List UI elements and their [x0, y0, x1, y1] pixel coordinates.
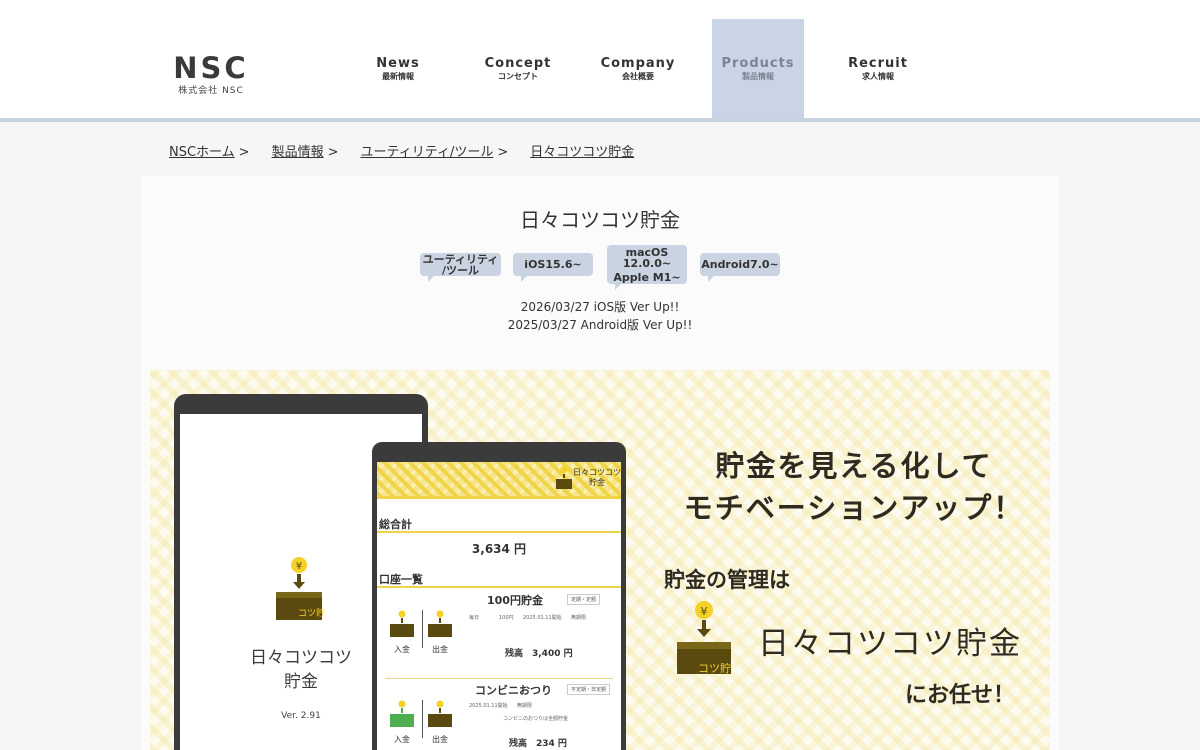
- breadcrumb-products[interactable]: 製品情報: [272, 145, 324, 160]
- withdraw-icon[interactable]: [427, 700, 453, 728]
- tag-ios[interactable]: iOS15.6~: [513, 253, 593, 282]
- nav-concept[interactable]: Concept コンセプト: [472, 19, 564, 118]
- deposit-label: 入金: [394, 735, 410, 744]
- tag-ios-label: iOS15.6~: [524, 258, 582, 271]
- account-meta: 100円: [499, 615, 514, 621]
- banner-icon-label: コツ貯: [698, 662, 731, 675]
- phone-mockup: 日々コツコツ 貯金 総合計 3,634 円 口座一覧 入金 出金 100円貯金 …: [372, 442, 626, 750]
- withdraw-label: 出金: [432, 735, 448, 744]
- breadcrumb-separator: >: [497, 145, 509, 160]
- nav-products[interactable]: Products 製品情報: [712, 19, 804, 118]
- nav-products-label: Products: [721, 56, 795, 71]
- account-balance: 残高 234 円: [509, 739, 567, 749]
- nav-concept-sublabel: コンセプト: [498, 72, 538, 81]
- tag-utility[interactable]: ユーティリティ/ツール: [420, 252, 501, 282]
- header-divider: [0, 118, 1200, 122]
- total-label: 総合計: [379, 518, 412, 531]
- nav-news-label: News: [376, 56, 420, 71]
- logo-subtext: 株式会社 NSC: [178, 86, 244, 96]
- update-ios: 2026/03/27 iOS版 Ver Up!!: [520, 300, 680, 314]
- account-meta: 無期限: [517, 703, 533, 709]
- nav-company-sublabel: 会社概要: [622, 72, 654, 81]
- phone-header-title: 日々コツコツ 貯金: [573, 468, 621, 488]
- withdraw-icon[interactable]: [427, 610, 453, 638]
- product-banner: ¥ コツ貯 日々コツコツ 貯金 Ver. 2.91 日々コツコツ 貯金 総合計 …: [150, 370, 1050, 750]
- breadcrumb-separator: >: [238, 145, 250, 160]
- site-header: NSC 株式会社 NSC News 最新情報 Concept コンセプト Com…: [0, 0, 1200, 118]
- breadcrumb: NSCホーム > 製品情報 > ユーティリティ/ツール > 日々コツコツ貯金: [169, 141, 634, 160]
- nav-recruit-sublabel: 求人情報: [862, 72, 894, 81]
- account-meta: 毎日: [469, 615, 480, 621]
- phone-screen: 日々コツコツ 貯金 総合計 3,634 円 口座一覧 入金 出金 100円貯金 …: [377, 462, 621, 750]
- update-notes: 2026/03/27 iOS版 Ver Up!! 2025/03/27 Andr…: [0, 298, 1200, 334]
- banner-headline-line2: モチベーションアップ！: [683, 491, 1025, 525]
- account-meta: 2025.01.11開始: [469, 703, 508, 709]
- breadcrumb-separator: >: [327, 145, 339, 160]
- account-name: 100円貯金: [487, 594, 543, 607]
- tag-utility-line2: /ツール: [441, 263, 480, 277]
- account-name: コンビニおつり: [475, 684, 552, 697]
- tablet-icon-label: コツ貯: [298, 609, 326, 619]
- phone-header-title-line2: 貯金: [589, 478, 605, 487]
- breadcrumb-home[interactable]: NSCホーム: [169, 145, 235, 160]
- breadcrumb-current[interactable]: 日々コツコツ貯金: [530, 145, 634, 160]
- withdraw-label: 出金: [432, 645, 448, 654]
- account-type-chip: 定期・定額: [567, 594, 601, 605]
- phone-header-icon: [556, 466, 572, 489]
- account-balance: 残高 3,400 円: [505, 649, 573, 659]
- tag-android-label: Android7.0~: [701, 258, 779, 271]
- breadcrumb-category[interactable]: ユーティリティ/ツール: [361, 145, 494, 160]
- total-divider: [377, 531, 621, 533]
- total-value: 3,634 円: [471, 542, 527, 556]
- banner-app-name: 日々コツコツ貯金: [758, 626, 1022, 662]
- accounts-label: 口座一覧: [379, 573, 423, 586]
- nav-company-label: Company: [600, 56, 676, 71]
- update-android: 2025/03/27 Android版 Ver Up!!: [507, 318, 693, 332]
- svg-text:¥: ¥: [296, 561, 302, 572]
- phone-header-title-line1: 日々コツコツ: [573, 468, 621, 477]
- icon-divider: [422, 700, 423, 738]
- deposit-icon[interactable]: [389, 610, 415, 638]
- logo-text: NSC: [173, 51, 249, 85]
- tag-utility-line1: ユーティリティ: [422, 252, 499, 266]
- nav-news-sublabel: 最新情報: [382, 72, 414, 81]
- tag-android[interactable]: Android7.0~: [700, 253, 780, 282]
- deposit-icon[interactable]: [389, 700, 415, 728]
- deposit-label: 入金: [394, 645, 410, 654]
- banner-headline: 貯金を見える化して モチベーションアップ！: [664, 445, 1044, 529]
- nav-news[interactable]: News 最新情報: [352, 19, 444, 118]
- banner-headline-line1: 貯金を見える化して: [715, 449, 993, 483]
- account-type-chip: 不定期・非定額: [567, 684, 611, 695]
- nav-recruit-label: Recruit: [848, 56, 908, 71]
- icon-divider: [422, 610, 423, 648]
- nav-concept-label: Concept: [484, 56, 552, 71]
- banner-subhead: 貯金の管理は: [664, 568, 790, 592]
- account-meta: 無期限: [571, 615, 587, 621]
- accounts-divider: [377, 586, 621, 588]
- nav-company[interactable]: Company 会社概要: [592, 19, 684, 118]
- account-meta: 2025.01.11開始: [523, 615, 562, 621]
- nav-recruit[interactable]: Recruit 求人情報: [832, 19, 924, 118]
- svg-text:¥: ¥: [701, 605, 708, 618]
- tag-macos[interactable]: macOS 12.0.0~ Apple M1~: [607, 245, 687, 290]
- account-separator: [385, 678, 613, 679]
- nav-products-sublabel: 製品情報: [742, 72, 774, 81]
- account-note: コンビニのおつりは全額貯金: [503, 716, 569, 722]
- banner-tagline: にお任せ！: [905, 683, 1016, 708]
- tag-macos-line2: Apple M1~: [613, 270, 681, 284]
- phone-app-header: 日々コツコツ 貯金: [377, 462, 621, 499]
- tag-macos-line1: macOS 12.0.0~: [622, 245, 672, 270]
- site-logo[interactable]: NSC 株式会社 NSC: [170, 52, 252, 97]
- page-title: 日々コツコツ貯金: [520, 208, 680, 232]
